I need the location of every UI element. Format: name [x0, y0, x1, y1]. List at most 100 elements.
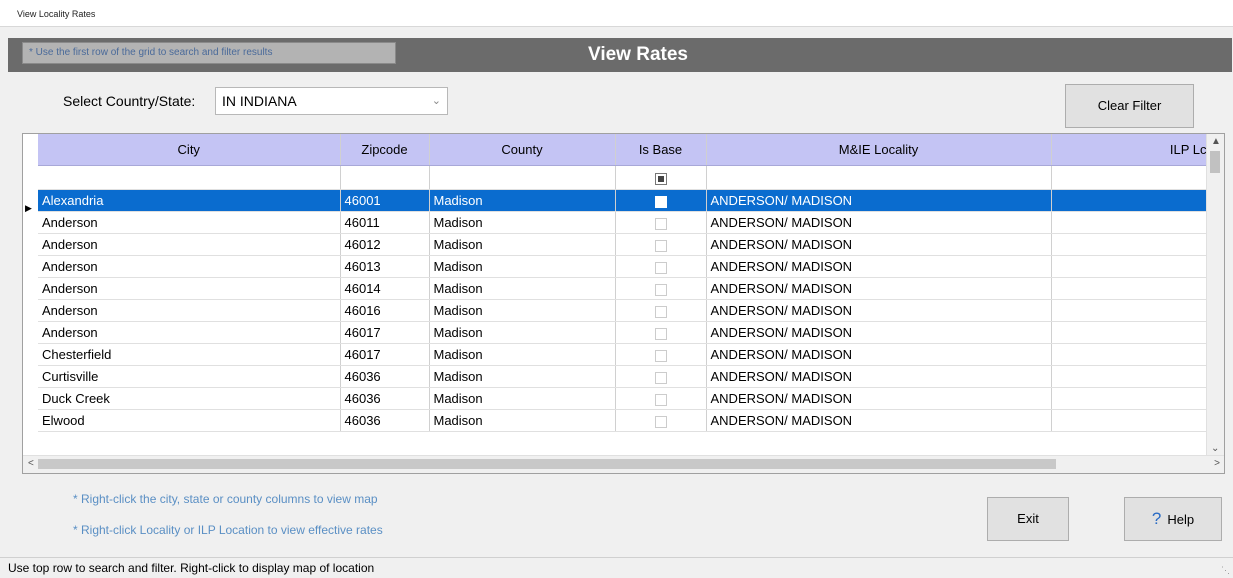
mie-locality-cell[interactable]: ANDERSON/ MADISON [706, 365, 1052, 388]
filter-is-base-checkbox[interactable] [654, 172, 667, 185]
city-cell[interactable]: Anderson [38, 299, 341, 322]
is-base-checkbox[interactable] [654, 217, 667, 230]
table-row[interactable]: Duck Creek 46036 Madison ANDERSON/ MADISON [38, 387, 1212, 410]
horizontal-scroll-thumb[interactable] [38, 459, 1056, 469]
is-base-checkbox[interactable] [654, 305, 667, 318]
mie-locality-cell[interactable]: ANDERSON/ MADISON [706, 409, 1052, 432]
horizontal-scrollbar[interactable]: < > [23, 455, 1224, 473]
filter-is-base-cell[interactable] [615, 165, 707, 190]
city-cell[interactable]: Anderson [38, 233, 341, 256]
county-cell[interactable]: Madison [429, 211, 616, 234]
table-row[interactable]: Anderson 46014 Madison ANDERSON/ MADISON [38, 277, 1212, 300]
mie-locality-cell[interactable]: ANDERSON/ MADISON [706, 233, 1052, 256]
ilp-location-cell[interactable] [1051, 255, 1212, 278]
city-cell[interactable]: Anderson [38, 255, 341, 278]
scroll-right-icon[interactable]: > [1214, 458, 1220, 469]
resize-grip-icon[interactable]: ⋱ [1221, 565, 1230, 576]
ilp-location-cell[interactable] [1051, 387, 1212, 410]
table-row[interactable]: Anderson 46017 Madison ANDERSON/ MADISON [38, 321, 1212, 344]
city-cell[interactable]: Duck Creek [38, 387, 341, 410]
city-cell[interactable]: Chesterfield [38, 343, 341, 366]
is-base-cell[interactable] [615, 277, 707, 300]
ilp-location-cell[interactable] [1051, 189, 1212, 212]
table-row[interactable]: Chesterfield 46017 Madison ANDERSON/ MADISO… [38, 343, 1212, 366]
city-cell[interactable]: Anderson [38, 321, 341, 344]
column-header-ilp-location[interactable]: ILP Lc [1051, 134, 1212, 166]
table-row[interactable]: Elwood 46036 Madison ANDERSON/ MADISON [38, 409, 1212, 432]
rates-grid[interactable]: ▶ City Zipcode County Is Base M&IE Local… [22, 133, 1225, 474]
is-base-checkbox[interactable] [654, 261, 667, 274]
zipcode-cell[interactable]: 46001 [340, 189, 430, 212]
filter-ilp-input[interactable] [1051, 165, 1212, 190]
mie-locality-cell[interactable]: ANDERSON/ MADISON [706, 343, 1052, 366]
table-row[interactable]: Anderson 46011 Madison ANDERSON/ MADISON [38, 211, 1212, 234]
zipcode-cell[interactable]: 46016 [340, 299, 430, 322]
is-base-checkbox[interactable] [654, 371, 667, 384]
ilp-location-cell[interactable] [1051, 321, 1212, 344]
ilp-location-cell[interactable] [1051, 233, 1212, 256]
scroll-down-icon[interactable]: ⌄ [1211, 443, 1219, 454]
exit-button[interactable]: Exit [987, 497, 1069, 541]
county-cell[interactable]: Madison [429, 299, 616, 322]
clear-filter-button[interactable]: Clear Filter [1065, 84, 1194, 128]
table-row[interactable]: Curtisville 46036 Madison ANDERSON/ MADISON [38, 365, 1212, 388]
is-base-checkbox[interactable] [654, 393, 667, 406]
mie-locality-cell[interactable]: ANDERSON/ MADISON [706, 299, 1052, 322]
is-base-checkbox[interactable] [654, 415, 667, 428]
zipcode-cell[interactable]: 46017 [340, 343, 430, 366]
county-cell[interactable]: Madison [429, 387, 616, 410]
is-base-checkbox[interactable] [654, 283, 667, 296]
ilp-location-cell[interactable] [1051, 409, 1212, 432]
is-base-cell[interactable] [615, 211, 707, 234]
table-row[interactable]: Anderson 46016 Madison ANDERSON/ MADISON [38, 299, 1212, 322]
county-cell[interactable]: Madison [429, 365, 616, 388]
column-header-mie-locality[interactable]: M&IE Locality [706, 134, 1052, 166]
country-state-select[interactable]: IN INDIANA ⌄ [215, 87, 448, 115]
county-cell[interactable]: Madison [429, 277, 616, 300]
vertical-scroll-thumb[interactable] [1210, 151, 1220, 173]
column-header-county[interactable]: County [429, 134, 616, 166]
is-base-checkbox[interactable] [654, 195, 667, 208]
county-cell[interactable]: Madison [429, 343, 616, 366]
vertical-scrollbar[interactable]: ▲ ⌄ [1206, 134, 1224, 456]
column-header-zipcode[interactable]: Zipcode [340, 134, 430, 166]
zipcode-cell[interactable]: 46011 [340, 211, 430, 234]
table-row[interactable]: Anderson 46012 Madison ANDERSON/ MADISON [38, 233, 1212, 256]
is-base-cell[interactable] [615, 255, 707, 278]
ilp-location-cell[interactable] [1051, 365, 1212, 388]
zipcode-cell[interactable]: 46036 [340, 409, 430, 432]
zipcode-cell[interactable]: 46017 [340, 321, 430, 344]
filter-zipcode-input[interactable] [340, 165, 430, 190]
zipcode-cell[interactable]: 46036 [340, 387, 430, 410]
is-base-cell[interactable] [615, 321, 707, 344]
ilp-location-cell[interactable] [1051, 211, 1212, 234]
help-button[interactable]: ? Help [1124, 497, 1222, 541]
filter-county-input[interactable] [429, 165, 616, 190]
ilp-location-cell[interactable] [1051, 299, 1212, 322]
filter-locality-input[interactable] [706, 165, 1052, 190]
column-header-is-base[interactable]: Is Base [615, 134, 707, 166]
mie-locality-cell[interactable]: ANDERSON/ MADISON [706, 277, 1052, 300]
is-base-cell[interactable] [615, 365, 707, 388]
ilp-location-cell[interactable] [1051, 277, 1212, 300]
scroll-left-icon[interactable]: < [28, 458, 34, 469]
city-cell[interactable]: Alexandria [38, 189, 341, 212]
is-base-cell[interactable] [615, 343, 707, 366]
is-base-cell[interactable] [615, 387, 707, 410]
zipcode-cell[interactable]: 46012 [340, 233, 430, 256]
zipcode-cell[interactable]: 46036 [340, 365, 430, 388]
ilp-location-cell[interactable] [1051, 343, 1212, 366]
city-cell[interactable]: Elwood [38, 409, 341, 432]
filter-city-input[interactable] [38, 165, 341, 190]
county-cell[interactable]: Madison [429, 233, 616, 256]
is-base-cell[interactable] [615, 189, 707, 212]
scroll-up-icon[interactable]: ▲ [1211, 136, 1221, 147]
county-cell[interactable]: Madison [429, 189, 616, 212]
is-base-cell[interactable] [615, 409, 707, 432]
is-base-checkbox[interactable] [654, 327, 667, 340]
is-base-cell[interactable] [615, 299, 707, 322]
is-base-checkbox[interactable] [654, 239, 667, 252]
city-cell[interactable]: Anderson [38, 211, 341, 234]
mie-locality-cell[interactable]: ANDERSON/ MADISON [706, 255, 1052, 278]
county-cell[interactable]: Madison [429, 321, 616, 344]
